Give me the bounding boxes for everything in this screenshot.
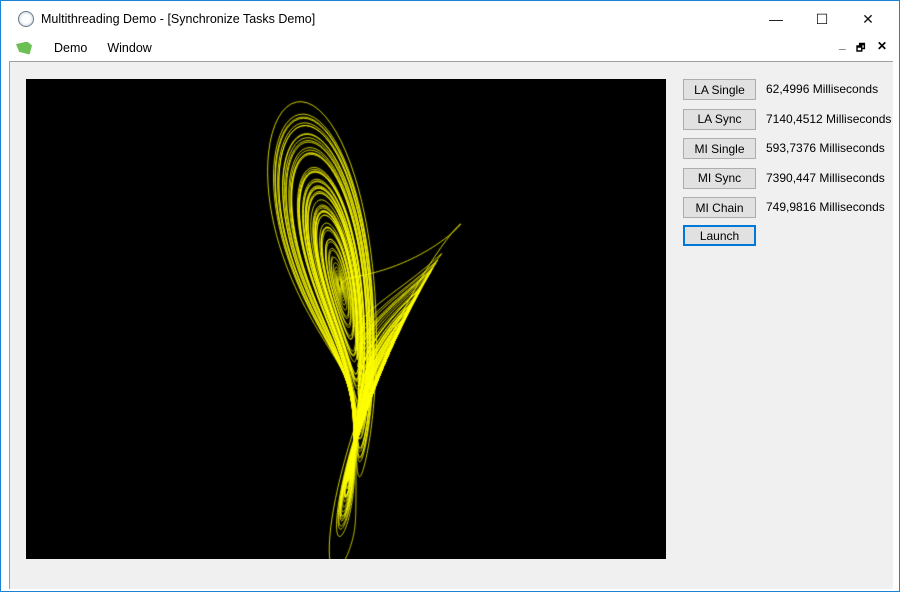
run-button-mi-sync[interactable]: MI Sync (683, 167, 756, 189)
result-label: 7140,4512 Milliseconds (766, 111, 892, 126)
run-button-mi-chain[interactable]: MI Chain (683, 197, 756, 219)
mdi-child-client (9, 61, 893, 589)
run-button-la-single[interactable]: LA Single (683, 79, 756, 100)
result-label: 7390,447 Milliseconds (766, 170, 885, 185)
maximize-button[interactable]: ☐ (799, 1, 845, 37)
window-title: Multithreading Demo - [Synchronize Tasks… (41, 12, 316, 26)
mdi-minimize-button[interactable]: _ (839, 37, 846, 51)
menu-window[interactable]: Window (97, 41, 161, 55)
menu-demo[interactable]: Demo (44, 41, 97, 55)
launch-button[interactable]: Launch (683, 225, 756, 246)
minimize-button[interactable]: — (753, 1, 799, 37)
clock-icon (18, 11, 34, 27)
mdi-close-button[interactable]: ✕ (877, 39, 887, 53)
close-button[interactable]: ✕ (845, 1, 891, 37)
result-label: 593,7376 Milliseconds (766, 141, 885, 156)
flag-icon[interactable] (16, 41, 32, 55)
run-button-la-sync[interactable]: LA Sync (683, 108, 756, 130)
menu-bar: Demo Window (1, 37, 899, 59)
mdi-restore-button[interactable]: 🗗 (856, 41, 865, 58)
result-label: 62,4996 Milliseconds (766, 82, 879, 96)
title-bar: Multithreading Demo - [Synchronize Tasks… (1, 1, 899, 37)
lorenz-attractor-canvas (26, 79, 666, 559)
result-label: 749,9816 Milliseconds (766, 200, 885, 215)
app-window: Multithreading Demo - [Synchronize Tasks… (0, 0, 900, 592)
run-button-mi-single[interactable]: MI Single (683, 138, 756, 160)
